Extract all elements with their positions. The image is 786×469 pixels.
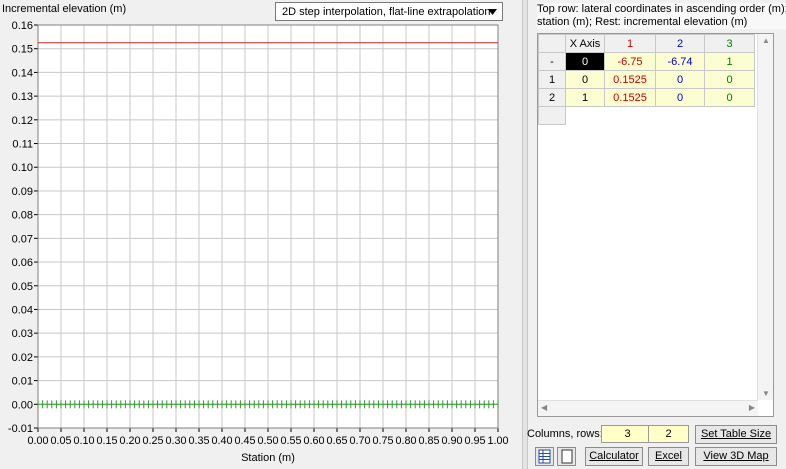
x-tick-label: 0.15 [97,435,118,447]
x-tick-label: 0.85 [419,435,440,447]
table-row: 1 0 0.1525 0 0 [538,70,755,89]
table-view-button[interactable] [535,447,554,466]
table-cell[interactable]: 0 [655,70,705,89]
table-cell[interactable]: -6.74 [655,52,705,71]
horizontal-scrollbar[interactable]: ◀ ▶ [538,400,758,416]
chart-canvas: 0.16 0.15 0.14 0.13 0.12 0.11 0.10 0.09 0.08 0.07… [8,20,509,447]
y-tick-label: 0.16 [12,20,33,32]
x-tick-label: 0.35 [189,435,210,447]
pane-splitter[interactable] [522,0,528,469]
columns-input[interactable]: 3 [601,425,654,443]
row-header[interactable]: 2 [538,88,566,107]
table-cell[interactable]: -6.75 [604,52,656,71]
y-tick-label: 0.13 [12,91,33,103]
corner-cell [538,34,566,53]
table-header-row: X Axis 1 2 3 [538,34,755,53]
table-cell[interactable]: 0.1525 [604,70,656,89]
y-tick-label: 0.14 [12,67,33,79]
column-header-1[interactable]: 1 [604,34,656,53]
column-header-3[interactable]: 3 [704,34,755,53]
grid-icon [538,449,551,464]
x-tick-label: 0.55 [281,435,302,447]
vertical-scrollbar[interactable]: ▲ ▼ [757,34,773,400]
calculator-button[interactable]: Calculator [585,447,643,466]
y-tick-label: 0.15 [12,44,33,56]
y-tick-label: 0.04 [12,304,33,316]
set-table-size-button[interactable]: Set Table Size [695,425,777,444]
table-cell[interactable]: 0 [655,88,705,107]
rows-input[interactable]: 2 [648,425,689,443]
columns-rows-label: Columns, rows: [527,428,603,440]
scroll-right-icon[interactable]: ▶ [749,403,755,412]
empty-cell [566,107,755,125]
table-cell[interactable]: 0 [704,88,755,107]
x-tick-label: 0.70 [350,435,371,447]
table-pane: Top row: lateral coordinates in ascendin… [527,0,786,469]
data-grid[interactable]: X Axis 1 2 3 - 0 -6.75 -6.74 1 1 0 0.152… [537,33,774,417]
table-description: Top row: lateral coordinates in ascendin… [537,3,786,29]
table-cell-selected[interactable]: 0 [565,52,605,71]
table-cell[interactable]: 0.1525 [604,88,656,107]
y-tick-label: -0.01 [8,423,33,435]
table-cell[interactable]: 1 [704,52,755,71]
x-tick-label: 1.00 [488,435,509,447]
x-tick-label: 0.30 [166,435,187,447]
row-header[interactable]: 1 [538,70,566,89]
x-tick-label: 0.25 [143,435,164,447]
y-tick-label: 0.06 [12,257,33,269]
table-row: 2 1 0.1525 0 0 [538,88,755,107]
scroll-left-icon[interactable]: ◀ [541,403,547,412]
x-tick-label: 0.45 [235,435,256,447]
x-tick-label: 0.60 [304,435,325,447]
y-tick-label: 0.05 [12,281,33,293]
view-3d-map-button[interactable]: View 3D Map [695,447,777,466]
x-tick-label: 0.00 [28,435,49,447]
column-header-x-axis[interactable]: X Axis [565,34,605,53]
table-cell[interactable]: 0 [565,70,605,89]
y-tick-label: 0.09 [12,186,33,198]
y-tick-label: 0.02 [12,352,33,364]
chart-pane: Incremental elevation (m) 2D step interp… [0,0,518,469]
x-tick-label: 0.10 [74,435,95,447]
table-row-empty [538,106,755,125]
y-tick-label: 0.10 [12,162,33,174]
x-tick-label: 0.95 [465,435,486,447]
row-header-empty [538,106,566,125]
y-tick-label: 0.01 [12,376,33,388]
y-tick-label: 0.00 [12,399,33,411]
row-header[interactable]: - [538,52,566,71]
y-tick-label: 0.07 [12,233,33,245]
table-cell[interactable]: 1 [565,88,605,107]
x-tick-label: 0.40 [212,435,233,447]
y-tick-label: 0.03 [12,328,33,340]
excel-button[interactable]: Excel [648,447,689,466]
scroll-down-icon[interactable]: ▼ [762,389,770,398]
action-buttons: Calculator Excel View 3D Map [533,447,786,467]
description-line-2: station (m); Rest: incremental elevation… [537,16,748,28]
scroll-up-icon[interactable]: ▲ [762,36,770,45]
y-tick-label: 0.11 [12,139,33,151]
table-cell[interactable]: 0 [704,70,755,89]
x-tick-label: 0.80 [396,435,417,447]
table-row: - 0 -6.75 -6.74 1 [538,52,755,71]
table-size-controls: Columns, rows: 3 2 Set Table Size [527,425,786,445]
data-table: X Axis 1 2 3 - 0 -6.75 -6.74 1 1 0 0.152… [538,34,755,125]
y-tick-label: 0.12 [12,115,33,127]
description-line-1: Top row: lateral coordinates in ascendin… [537,3,786,15]
x-tick-label: 0.20 [120,435,141,447]
x-tick-label: 0.65 [327,435,348,447]
x-tick-label: 0.50 [258,435,279,447]
page-icon [561,449,573,464]
column-header-2[interactable]: 2 [655,34,705,53]
x-tick-label: 0.05 [51,435,72,447]
x-tick-label: 0.90 [442,435,463,447]
x-tick-label: 0.75 [373,435,394,447]
single-view-button[interactable] [557,447,576,466]
y-tick-label: 0.08 [12,210,33,222]
x-axis-title: Station (m) [241,452,295,464]
